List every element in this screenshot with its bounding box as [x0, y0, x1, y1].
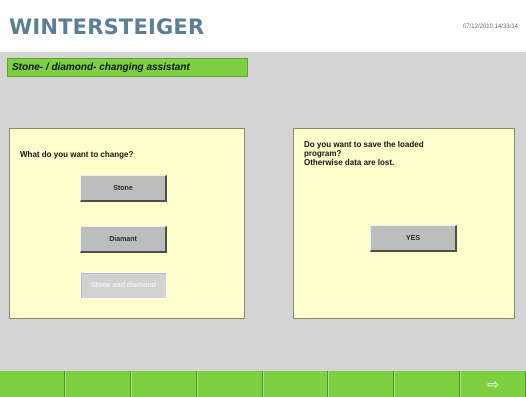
stone-and-diamond-button[interactable]: Stone and diamond — [80, 272, 167, 299]
next-button[interactable]: ⇨ — [460, 371, 526, 397]
function-key-3[interactable] — [130, 371, 197, 397]
save-question-line-1: Do you want to save the loaded — [304, 140, 424, 149]
arrow-right-icon: ⇨ — [487, 376, 499, 392]
function-key-4[interactable] — [196, 371, 263, 397]
function-key-1[interactable] — [0, 371, 65, 397]
function-key-5[interactable] — [262, 371, 329, 397]
save-program-panel: Do you want to save the loaded program? … — [293, 128, 515, 319]
diamant-button[interactable]: Diamant — [80, 226, 167, 253]
save-question-line-3: Otherwise data are lost. — [304, 158, 395, 167]
function-key-7[interactable] — [394, 371, 461, 397]
yes-button[interactable]: YES — [370, 225, 457, 252]
function-key-2[interactable] — [64, 371, 131, 397]
function-key-bar: ⇨ — [0, 371, 526, 397]
function-key-6[interactable] — [328, 371, 395, 397]
stone-button[interactable]: Stone — [80, 175, 167, 202]
wintersteiger-logo: WINTERSTEIGER — [9, 15, 205, 39]
page-title: Stone- / diamond- changing assistant — [12, 62, 190, 73]
header-bar: WINTERSTEIGER 07/12/2010 14/33/14 — [0, 0, 526, 52]
change-question: What do you want to change? — [20, 150, 134, 159]
datetime-display: 07/12/2010 14/33/14 — [462, 24, 518, 30]
change-selection-panel: What do you want to change? Stone Diaman… — [9, 128, 245, 319]
title-bar: Stone- / diamond- changing assistant — [7, 58, 248, 77]
save-question: Do you want to save the loaded program? … — [304, 140, 504, 167]
save-question-line-2: program? — [304, 149, 342, 158]
